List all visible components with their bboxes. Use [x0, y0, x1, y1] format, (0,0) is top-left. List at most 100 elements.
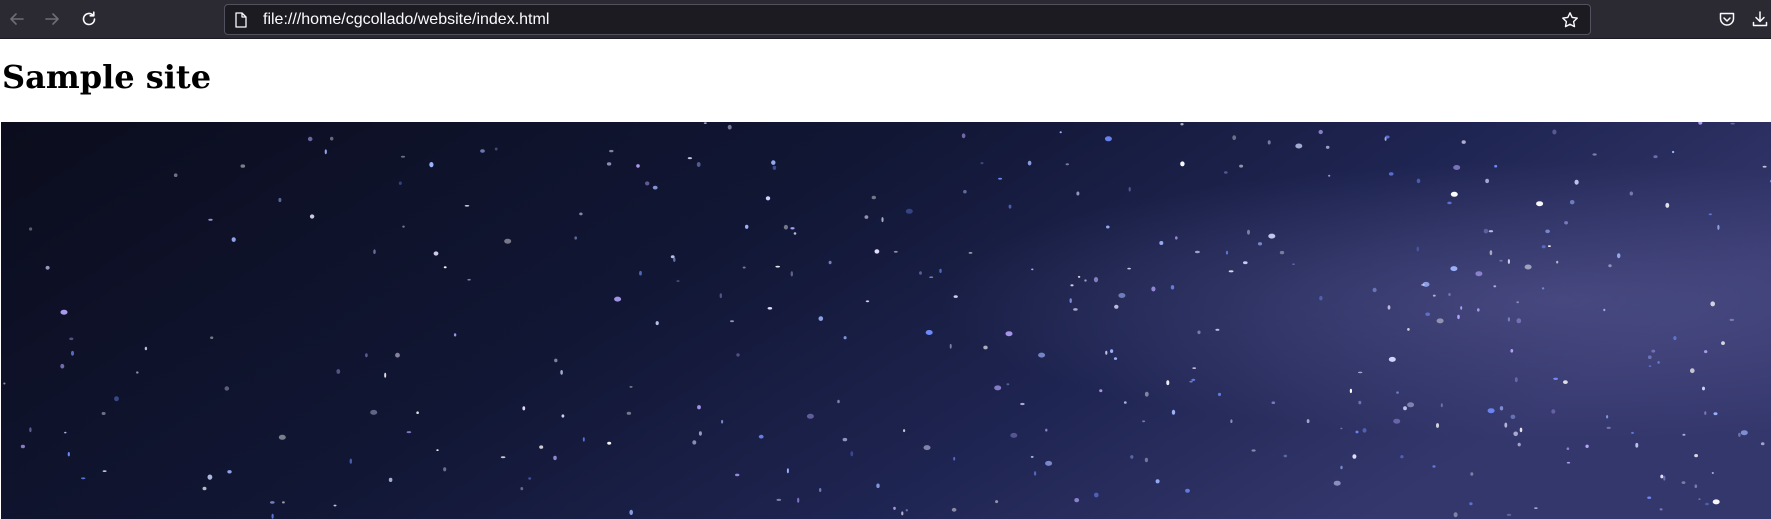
star-mark: [1425, 312, 1430, 316]
star-mark: [719, 293, 722, 299]
star-mark: [721, 419, 724, 424]
star-mark: [406, 431, 412, 434]
star-mark: [1127, 267, 1131, 270]
star-mark: [1215, 328, 1220, 331]
star-mark: [1224, 171, 1228, 174]
star-mark: [1400, 455, 1404, 459]
star-mark: [850, 451, 854, 457]
page-title: Sample site: [2, 58, 212, 96]
star-mark: [336, 369, 341, 374]
star-mark: [1453, 165, 1461, 170]
star-mark: [453, 333, 457, 337]
star-mark: [1702, 386, 1705, 391]
back-button[interactable]: [1, 3, 33, 35]
reload-icon: [82, 11, 96, 26]
star-mark: [1516, 301, 1519, 304]
star-mark: [29, 427, 32, 433]
downloads-button[interactable]: [1744, 3, 1771, 35]
star-mark: [980, 162, 984, 165]
star-mark: [864, 215, 869, 219]
star-mark: [776, 498, 782, 501]
star-mark: [1493, 285, 1497, 288]
star-mark: [1243, 261, 1248, 265]
star-mark: [1545, 229, 1550, 234]
star-mark: [1105, 350, 1108, 355]
forward-button[interactable]: [36, 3, 68, 35]
star-mark: [1175, 236, 1178, 240]
star-mark: [874, 249, 880, 254]
star-mark: [696, 162, 701, 167]
star-mark: [1713, 412, 1718, 416]
star-mark: [1340, 427, 1343, 430]
star-mark: [1268, 233, 1276, 239]
star-mark: [1574, 179, 1579, 185]
star-mark: [1729, 318, 1735, 322]
star-mark: [1448, 293, 1451, 296]
star-mark: [905, 509, 908, 512]
star-mark: [1020, 402, 1025, 406]
star-mark: [3, 382, 6, 385]
star-mark: [790, 227, 795, 230]
star-mark: [1631, 431, 1634, 434]
star-mark: [1760, 442, 1765, 446]
star-mark: [480, 149, 485, 153]
star-mark: [1005, 331, 1013, 337]
star-mark: [1432, 294, 1436, 297]
star-mark: [842, 437, 848, 442]
star-mark: [1045, 460, 1053, 466]
web-page: Sample site: [0, 40, 1771, 519]
star-mark: [1690, 368, 1695, 374]
star-mark: [429, 162, 434, 168]
star-mark: [1228, 270, 1234, 273]
star-mark: [1651, 349, 1656, 353]
star-mark: [1663, 475, 1666, 481]
bookmark-star-icon[interactable]: [1558, 8, 1582, 32]
star-mark: [433, 251, 439, 256]
star-mark: [1251, 449, 1256, 452]
star-mark: [1073, 308, 1078, 311]
star-mark: [905, 208, 913, 214]
page-icon[interactable]: [233, 11, 249, 28]
star-mark: [81, 477, 86, 480]
star-mark: [876, 483, 880, 489]
star-mark: [1516, 318, 1522, 324]
star-mark: [923, 445, 931, 451]
star-mark: [1708, 213, 1713, 216]
star-mark: [1166, 380, 1170, 386]
star-mark: [797, 497, 800, 503]
star-mark: [1647, 496, 1652, 499]
star-mark: [494, 147, 498, 151]
star-mark: [1030, 455, 1034, 458]
reload-button[interactable]: [73, 3, 105, 35]
star-mark: [961, 133, 966, 139]
star-mark: [1130, 455, 1134, 459]
star-mark: [1306, 419, 1310, 424]
star-mark: [929, 276, 934, 278]
star-mark: [1295, 143, 1303, 149]
star-mark: [1698, 498, 1701, 500]
star-mark: [1564, 221, 1568, 225]
star-mark: [1358, 371, 1363, 374]
star-mark: [1711, 472, 1714, 474]
star-mark: [1507, 259, 1510, 264]
star-mark: [231, 237, 236, 242]
pocket-button[interactable]: [1711, 3, 1743, 35]
star-mark: [1514, 377, 1518, 383]
star-mark: [1519, 427, 1523, 433]
star-mark: [1104, 136, 1112, 142]
pocket-icon: [1719, 12, 1735, 26]
star-mark: [951, 507, 957, 512]
address-bar[interactable]: file:///home/cgcollado/website/index.htm…: [224, 4, 1591, 35]
star-mark: [1447, 201, 1452, 205]
star-mark: [1721, 341, 1725, 345]
star-mark: [1657, 361, 1660, 364]
star-mark: [144, 346, 148, 351]
star-mark: [1155, 479, 1160, 484]
star-mark: [1606, 415, 1609, 419]
star-mark: [1180, 123, 1184, 126]
star-mark: [67, 452, 70, 457]
star-mark: [1045, 428, 1048, 432]
star-mark: [270, 501, 275, 504]
url-text[interactable]: file:///home/cgcollado/website/index.htm…: [263, 11, 1558, 29]
starry-sky-image: [0, 122, 1771, 519]
